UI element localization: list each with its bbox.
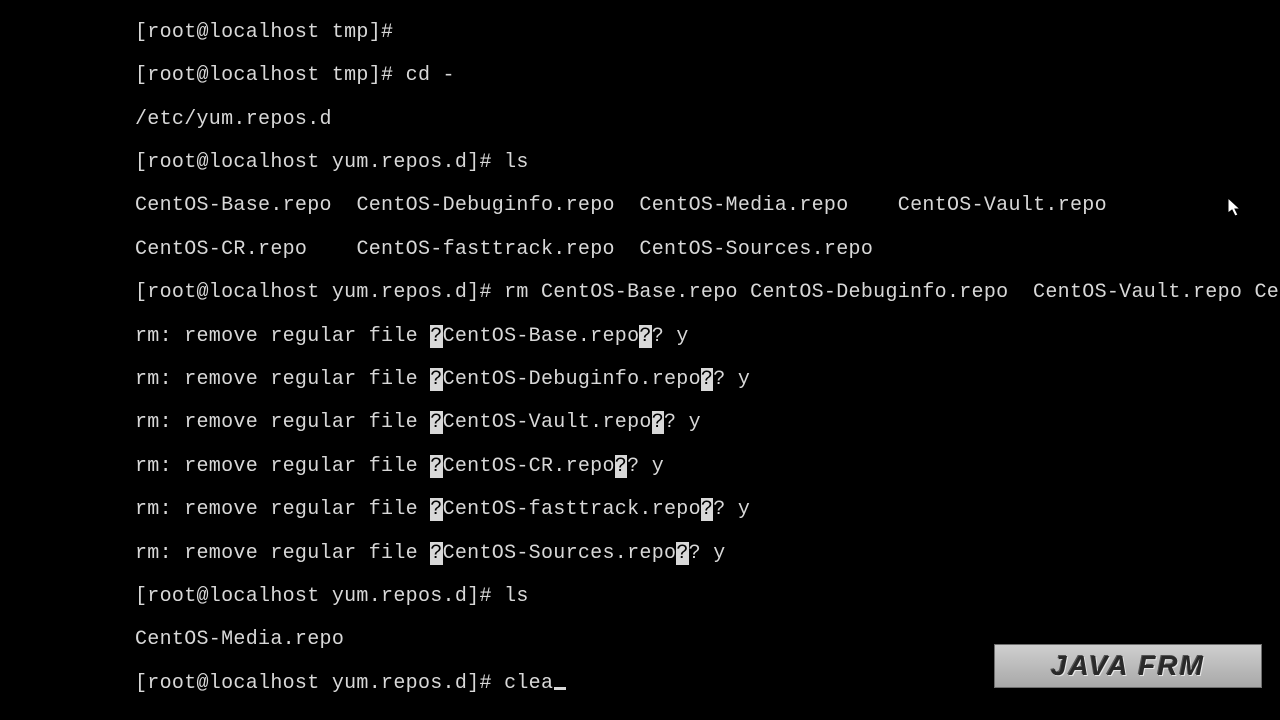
quote-glyph: ? [430,455,442,478]
file: CentOS-Debuginfo.repo [356,194,614,217]
command: rm CentOS-Base.repo CentOS-Debuginfo.rep… [504,281,1280,304]
quote-glyph: ? [676,542,688,565]
rm-answer: y [738,498,750,521]
watermark-text: JAVA FRM [1051,655,1205,677]
prompt: [root@localhost yum.repos.d]# [135,281,492,304]
prompt: [root@localhost yum.repos.d]# [135,585,492,608]
rm-answer: y [738,368,750,391]
quote-glyph: ? [701,498,713,521]
file: CentOS-Base.repo [135,194,332,217]
rm-answer: y [652,455,664,478]
rm-prefix: rm: remove regular file [135,325,430,348]
rm-answer: y [689,411,701,434]
rm-file: CentOS-fasttrack.repo [443,498,701,521]
prompt: [root@localhost tmp]# [135,64,393,87]
rm-prefix: rm: remove regular file [135,498,430,521]
rm-prefix: rm: remove regular file [135,368,430,391]
rm-prefix: rm: remove regular file [135,455,430,478]
prompt-line: [root@localhost yum.repos.d]# ls [135,152,1280,174]
rm-answer: y [713,542,725,565]
command: ls [504,151,529,174]
rm-confirm: rm: remove regular file ?CentOS-Sources.… [135,543,1280,565]
prompt: [root@localhost tmp]# [135,21,393,44]
quote-glyph: ? [430,325,442,348]
quote-glyph: ? [639,325,651,348]
ls-row: CentOS-CR.repo CentOS-fasttrack.repo Cen… [135,239,1280,261]
command: cd - [406,64,455,87]
quote-glyph: ? [652,411,664,434]
file: CentOS-CR.repo [135,238,307,261]
prompt-line: [root@localhost yum.repos.d]# rm CentOS-… [135,282,1280,304]
prompt: [root@localhost yum.repos.d]# [135,672,492,695]
prompt-line: [root@localhost tmp]# cd - [135,65,1280,87]
quote-glyph: ? [701,368,713,391]
rm-prefix: rm: remove regular file [135,411,430,434]
current-command: clea [504,672,553,695]
terminal[interactable]: [root@localhost tmp]# [root@localhost tm… [135,0,1280,716]
quote-glyph: ? [430,411,442,434]
prompt-line: [root@localhost tmp]# [135,22,1280,44]
watermark-logo: JAVA FRM [994,644,1262,688]
rm-file: CentOS-CR.repo [443,455,615,478]
quote-glyph: ? [430,498,442,521]
file: CentOS-fasttrack.repo [356,238,614,261]
file: CentOS-Sources.repo [639,238,873,261]
rm-file: CentOS-Vault.repo [443,411,652,434]
rm-file: CentOS-Sources.repo [443,542,677,565]
output-line: /etc/yum.repos.d [135,109,1280,131]
quote-glyph: ? [615,455,627,478]
quote-glyph: ? [430,542,442,565]
prompt: [root@localhost yum.repos.d]# [135,151,492,174]
ls-row: CentOS-Base.repo CentOS-Debuginfo.repo C… [135,195,1280,217]
rm-confirm: rm: remove regular file ?CentOS-CR.repo?… [135,456,1280,478]
rm-answer: y [676,325,688,348]
rm-confirm: rm: remove regular file ?CentOS-Vault.re… [135,412,1280,434]
file: CentOS-Media.repo [639,194,848,217]
rm-prefix: rm: remove regular file [135,542,430,565]
rm-file: CentOS-Base.repo [443,325,640,348]
rm-confirm: rm: remove regular file ?CentOS-Base.rep… [135,326,1280,348]
quote-glyph: ? [430,368,442,391]
command: ls [504,585,529,608]
rm-confirm: rm: remove regular file ?CentOS-fasttrac… [135,499,1280,521]
rm-confirm: rm: remove regular file ?CentOS-Debuginf… [135,369,1280,391]
file: CentOS-Vault.repo [898,194,1107,217]
cursor [554,687,566,690]
prompt-line: [root@localhost yum.repos.d]# ls [135,586,1280,608]
rm-file: CentOS-Debuginfo.repo [443,368,701,391]
